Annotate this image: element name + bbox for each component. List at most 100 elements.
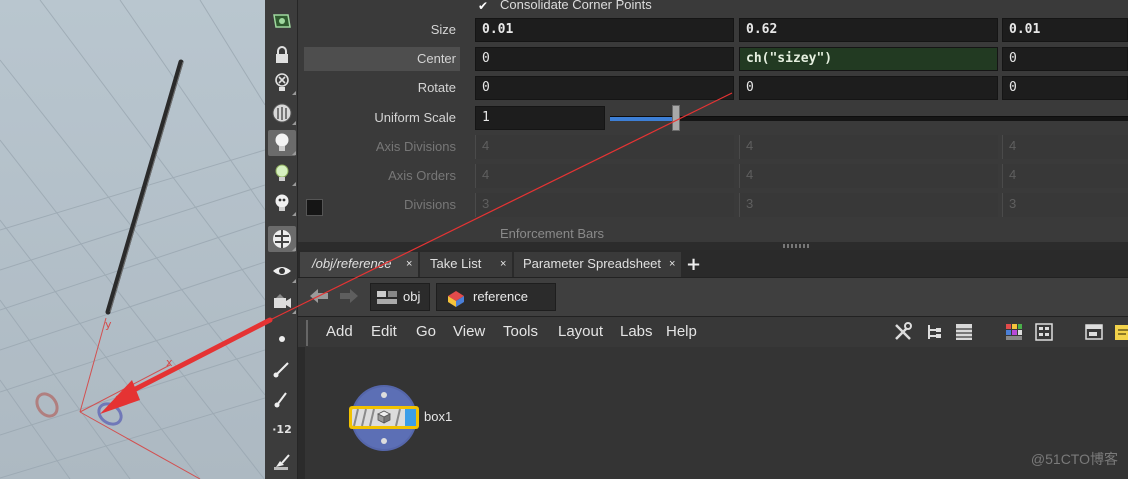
axis-orders-x-field: 4: [475, 164, 734, 188]
tools-wrench-icon[interactable]: [893, 322, 913, 342]
size-y-field[interactable]: 0.62: [739, 18, 998, 42]
point-numbers-icon[interactable]: ·12: [268, 416, 296, 442]
uniform-scale-slider[interactable]: [610, 116, 1128, 121]
viewport-scene: x y: [0, 0, 265, 479]
center-label: Center: [304, 47, 460, 71]
rotate-label: Rotate: [417, 80, 456, 95]
enforcement-bars-label: Enforcement Bars: [500, 226, 605, 241]
point-display-icon[interactable]: [268, 326, 296, 352]
menu-layout[interactable]: Layout: [558, 323, 603, 340]
axis-orders-y-field: 4: [739, 164, 998, 188]
display-options-icon[interactable]: [268, 8, 296, 34]
axis-divisions-z-field: 4: [1002, 135, 1128, 159]
divisions-label: Divisions: [403, 197, 456, 212]
rotate-y-field[interactable]: 0: [739, 76, 998, 100]
tab-label: Take List: [430, 256, 482, 271]
axis-divisions-label: Axis Divisions: [375, 139, 456, 154]
shading-mode-icon[interactable]: [268, 100, 296, 126]
geo-object-icon: [448, 291, 464, 307]
divisions-toggle-checkbox[interactable]: [306, 199, 323, 216]
brush-tool-icon[interactable]: [268, 448, 296, 474]
menu-help[interactable]: Help: [666, 323, 697, 340]
ghost-light-icon[interactable]: [268, 191, 296, 217]
light-options-icon[interactable]: [268, 161, 296, 187]
rotate-x-field[interactable]: 0: [475, 76, 734, 100]
uniform-scale-slider-handle[interactable]: [672, 105, 680, 131]
menu-handle-icon[interactable]: [306, 320, 314, 346]
network-menu-bar: Add Edit Go View Tools Layout Labs Help: [298, 316, 1128, 347]
network-left-strip: [298, 347, 305, 479]
crumb-label: reference: [473, 289, 528, 304]
sticky-note-icon[interactable]: [1113, 322, 1128, 342]
center-x-field[interactable]: 0: [475, 47, 734, 71]
tab-obj-reference[interactable]: /obj/reference ×: [300, 252, 418, 277]
divisions-y-field: 3: [739, 193, 998, 217]
crumb-label: obj: [403, 289, 421, 304]
close-tab-icon[interactable]: ×: [669, 252, 675, 276]
rotate-z-field[interactable]: 0: [1002, 76, 1128, 100]
shape-palette-icon[interactable]: [1034, 322, 1054, 342]
y-axis-label: y: [105, 318, 112, 331]
close-tab-icon[interactable]: ×: [406, 252, 412, 276]
axis-divisions-x-field: 4: [475, 135, 734, 159]
forward-arrow-icon[interactable]: [338, 286, 360, 310]
splitter-grip-icon[interactable]: [783, 244, 809, 248]
no-light-icon[interactable]: [268, 70, 296, 96]
network-editor[interactable]: box1 @51CTO博客: [298, 347, 1128, 479]
menu-tools[interactable]: Tools: [503, 323, 538, 340]
menu-edit[interactable]: Edit: [371, 323, 397, 340]
size-label: Size: [430, 22, 456, 37]
camera-view-icon[interactable]: [268, 289, 296, 315]
lock-camera-icon[interactable]: [268, 42, 296, 68]
axis-orders-label: Axis Orders: [388, 168, 456, 183]
network-box-icon[interactable]: [1084, 322, 1104, 342]
size-x-field[interactable]: 0.01: [475, 18, 734, 42]
uniform-scale-label: Uniform Scale: [374, 110, 456, 125]
close-tab-icon[interactable]: ×: [500, 252, 506, 276]
center-z-field[interactable]: 0: [1002, 47, 1128, 71]
menu-add[interactable]: Add: [326, 323, 353, 340]
param-row-axis-divisions: Axis Divisions 4 4 4: [298, 134, 1128, 161]
menu-view[interactable]: View: [453, 323, 485, 340]
obj-context-icon: [377, 291, 397, 304]
tab-parameter-spreadsheet[interactable]: Parameter Spreadsheet ×: [514, 252, 681, 277]
breadcrumb-obj[interactable]: obj: [370, 283, 430, 311]
back-arrow-icon[interactable]: [308, 286, 330, 310]
visibility-eye-icon[interactable]: [268, 258, 296, 284]
node-name-label: box1: [424, 409, 453, 424]
param-row-rotate: Rotate 0 0 0: [298, 75, 1128, 102]
uniform-scale-field[interactable]: 1: [475, 106, 605, 130]
param-row-axis-orders: Axis Orders 4 4 4: [298, 163, 1128, 190]
axis-divisions-y-field: 4: [739, 135, 998, 159]
menu-go[interactable]: Go: [416, 323, 436, 340]
wireframe-ghost-icon[interactable]: [268, 226, 296, 252]
slider-fill: [610, 117, 673, 121]
center-y-expression-field[interactable]: ch("sizey"): [739, 47, 998, 71]
path-bar: obj reference: [298, 277, 1128, 316]
watermark: @51CTO博客: [1030, 451, 1118, 467]
parameter-panel: ✔ Consolidate Corner Points Size 0.01 0.…: [298, 0, 1128, 242]
tab-take-list[interactable]: Take List ×: [420, 252, 512, 277]
checkmark-icon: ✔: [478, 0, 489, 13]
viewport-toolbar: ·12: [265, 0, 298, 479]
vector-display-icon[interactable]: [268, 386, 296, 412]
size-z-field[interactable]: 0.01: [1002, 18, 1128, 42]
param-row-center: Center 0 ch("sizey") 0: [298, 46, 1128, 73]
scene-viewport[interactable]: x y: [0, 0, 265, 479]
breadcrumb-reference[interactable]: reference: [436, 283, 556, 311]
pane-tab-bar: /obj/reference × Take List × Parameter S…: [298, 250, 1128, 277]
menu-labs[interactable]: Labs: [620, 323, 653, 340]
pane-splitter[interactable]: [298, 242, 1128, 250]
box1-node[interactable]: [348, 384, 420, 452]
headlight-icon[interactable]: [268, 130, 296, 156]
param-row-divisions: Divisions 3 3 3: [298, 192, 1128, 219]
list-view-icon[interactable]: [954, 322, 974, 342]
divisions-x-field: 3: [475, 193, 734, 217]
tree-view-icon[interactable]: [924, 322, 944, 342]
normals-display-icon[interactable]: [268, 356, 296, 382]
tab-label: Parameter Spreadsheet: [523, 256, 662, 271]
add-tab-button[interactable]: +: [686, 254, 701, 275]
tab-label: /obj/reference: [312, 256, 392, 271]
param-row-size: Size 0.01 0.62 0.01: [298, 17, 1128, 44]
color-palette-icon[interactable]: [1004, 322, 1024, 342]
